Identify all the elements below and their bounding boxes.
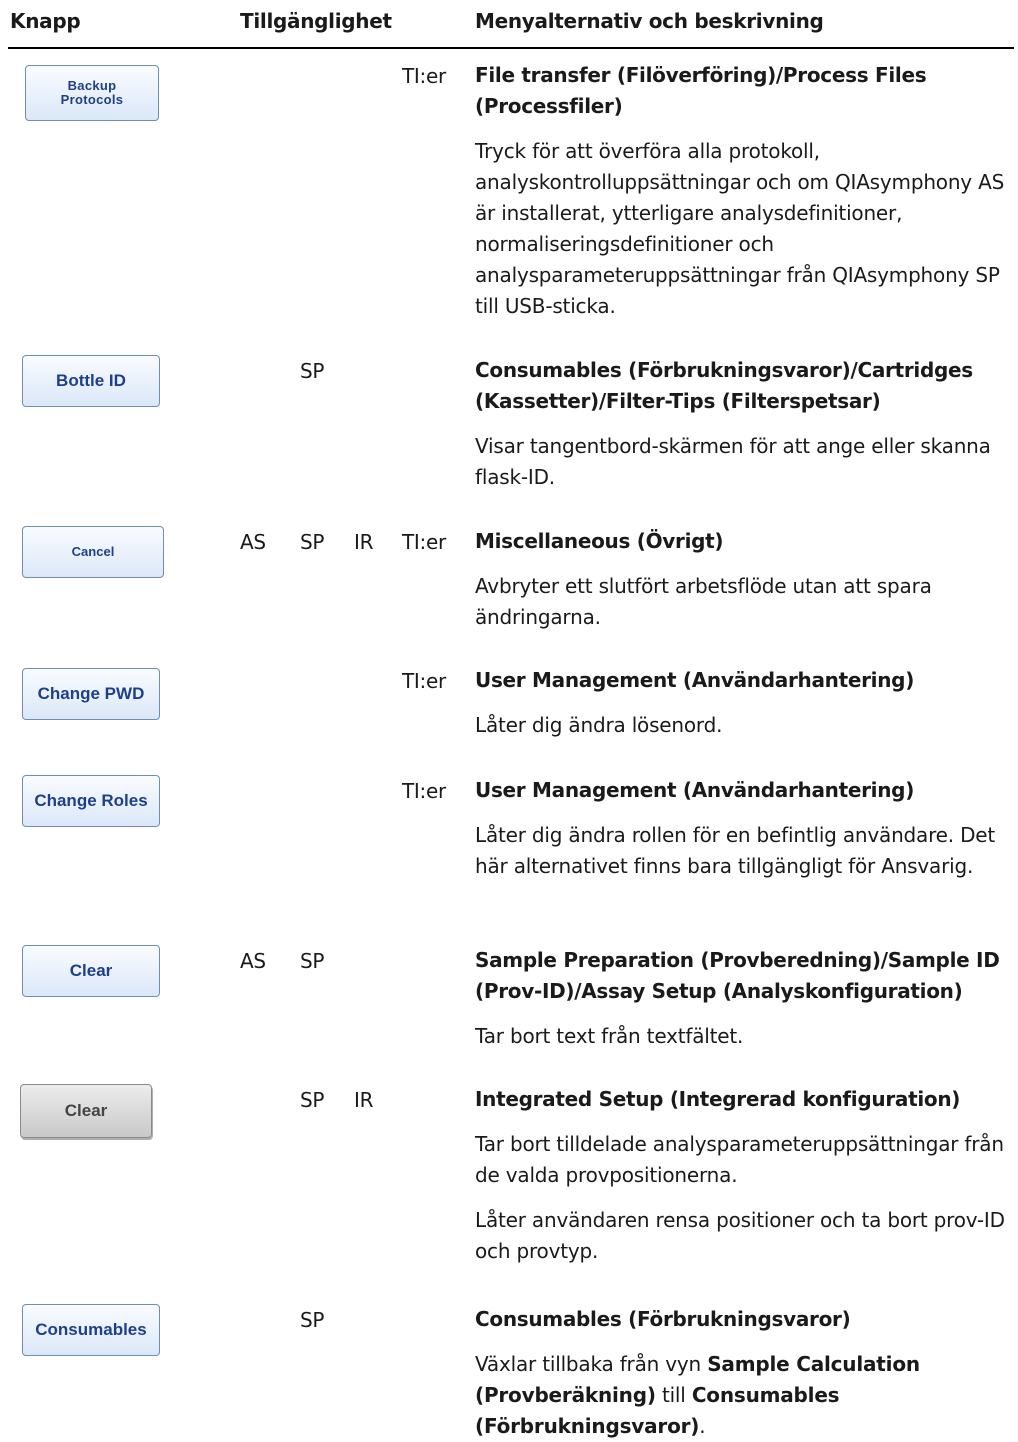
avail-sp: SP bbox=[300, 949, 325, 973]
header-divider bbox=[8, 47, 1014, 49]
backup-protocols-button[interactable]: Backup Protocols bbox=[25, 65, 159, 121]
row-paragraph: Låter dig ändra rollen för en befintlig … bbox=[475, 823, 996, 878]
avail-sp: SP bbox=[300, 1088, 325, 1112]
row-paragraph: Låter dig ändra lösenord. bbox=[475, 713, 723, 737]
row-description: Consumables (Förbrukningsvaror) Växlar t… bbox=[475, 1304, 1005, 1442]
row-paragraph: Tryck för att överföra alla protokoll, a… bbox=[475, 139, 1005, 318]
avail-ti: TI:er bbox=[402, 64, 446, 88]
row-description: Sample Preparation (Provberedning)/Sampl… bbox=[475, 945, 1005, 1052]
row-title: Sample Preparation (Provberedning)/Sampl… bbox=[475, 948, 1000, 1003]
header-tillganglighet: Tillgänglighet bbox=[240, 9, 392, 33]
avail-ti: TI:er bbox=[402, 779, 446, 803]
consumables-button[interactable]: Consumables bbox=[22, 1304, 160, 1356]
row-title: Consumables (Förbrukningsvaror) bbox=[475, 1307, 851, 1331]
row-title: File transfer (Filöverföring)/Process Fi… bbox=[475, 63, 927, 118]
avail-as: AS bbox=[240, 949, 266, 973]
change-roles-button[interactable]: Change Roles bbox=[22, 775, 160, 827]
row-paragraph: Växlar tillbaka från vyn Sample Calculat… bbox=[475, 1349, 1005, 1442]
clear-integrated-button[interactable]: Clear bbox=[20, 1084, 152, 1138]
row-description: Integrated Setup (Integrerad konfigurati… bbox=[475, 1084, 1005, 1267]
para-text: Växlar tillbaka från vyn bbox=[475, 1352, 708, 1376]
avail-sp: SP bbox=[300, 1308, 325, 1332]
avail-as: AS bbox=[240, 530, 266, 554]
row-title: Integrated Setup (Integrerad konfigurati… bbox=[475, 1087, 961, 1111]
bottle-id-button[interactable]: Bottle ID bbox=[22, 355, 160, 407]
para-text: till bbox=[655, 1383, 692, 1407]
row-description: User Management (Användarhantering) Låte… bbox=[475, 775, 1005, 882]
row-paragraph: Avbryter ett slutfört arbetsflöde utan a… bbox=[475, 574, 932, 629]
row-paragraph: Tar bort tilldelade analysparameteruppsä… bbox=[475, 1132, 1004, 1187]
row-paragraph: Tar bort text från textfältet. bbox=[475, 1024, 744, 1048]
avail-ir: IR bbox=[354, 1088, 374, 1112]
avail-sp: SP bbox=[300, 530, 325, 554]
change-pwd-button[interactable]: Change PWD bbox=[22, 668, 160, 720]
row-title: User Management (Användarhantering) bbox=[475, 668, 915, 692]
row-paragraph: Visar tangentbord-skärmen för att ange e… bbox=[475, 434, 991, 489]
row-title: User Management (Användarhantering) bbox=[475, 778, 915, 802]
header-knapp: Knapp bbox=[10, 9, 81, 33]
clear-button[interactable]: Clear bbox=[22, 945, 160, 997]
para-text: . bbox=[699, 1414, 706, 1438]
row-paragraph: Låter användaren rensa positioner och ta… bbox=[475, 1208, 1005, 1263]
row-title: Miscellaneous (Övrigt) bbox=[475, 529, 724, 553]
row-description: File transfer (Filöverföring)/Process Fi… bbox=[475, 60, 1005, 322]
row-description: Consumables (Förbrukningsvaror)/Cartridg… bbox=[475, 355, 1005, 493]
avail-ti: TI:er bbox=[402, 530, 446, 554]
avail-sp: SP bbox=[300, 359, 325, 383]
cancel-button[interactable]: Cancel bbox=[22, 526, 164, 578]
avail-ti: TI:er bbox=[402, 669, 446, 693]
row-description: User Management (Användarhantering) Låte… bbox=[475, 665, 1005, 741]
table-header: Knapp Tillgänglighet Menyalternativ och … bbox=[0, 0, 1018, 50]
header-menyalternativ: Menyalternativ och beskrivning bbox=[475, 9, 824, 33]
row-title: Consumables (Förbrukningsvaror)/Cartridg… bbox=[475, 358, 973, 413]
avail-ir: IR bbox=[354, 530, 374, 554]
row-description: Miscellaneous (Övrigt) Avbryter ett slut… bbox=[475, 526, 1005, 633]
